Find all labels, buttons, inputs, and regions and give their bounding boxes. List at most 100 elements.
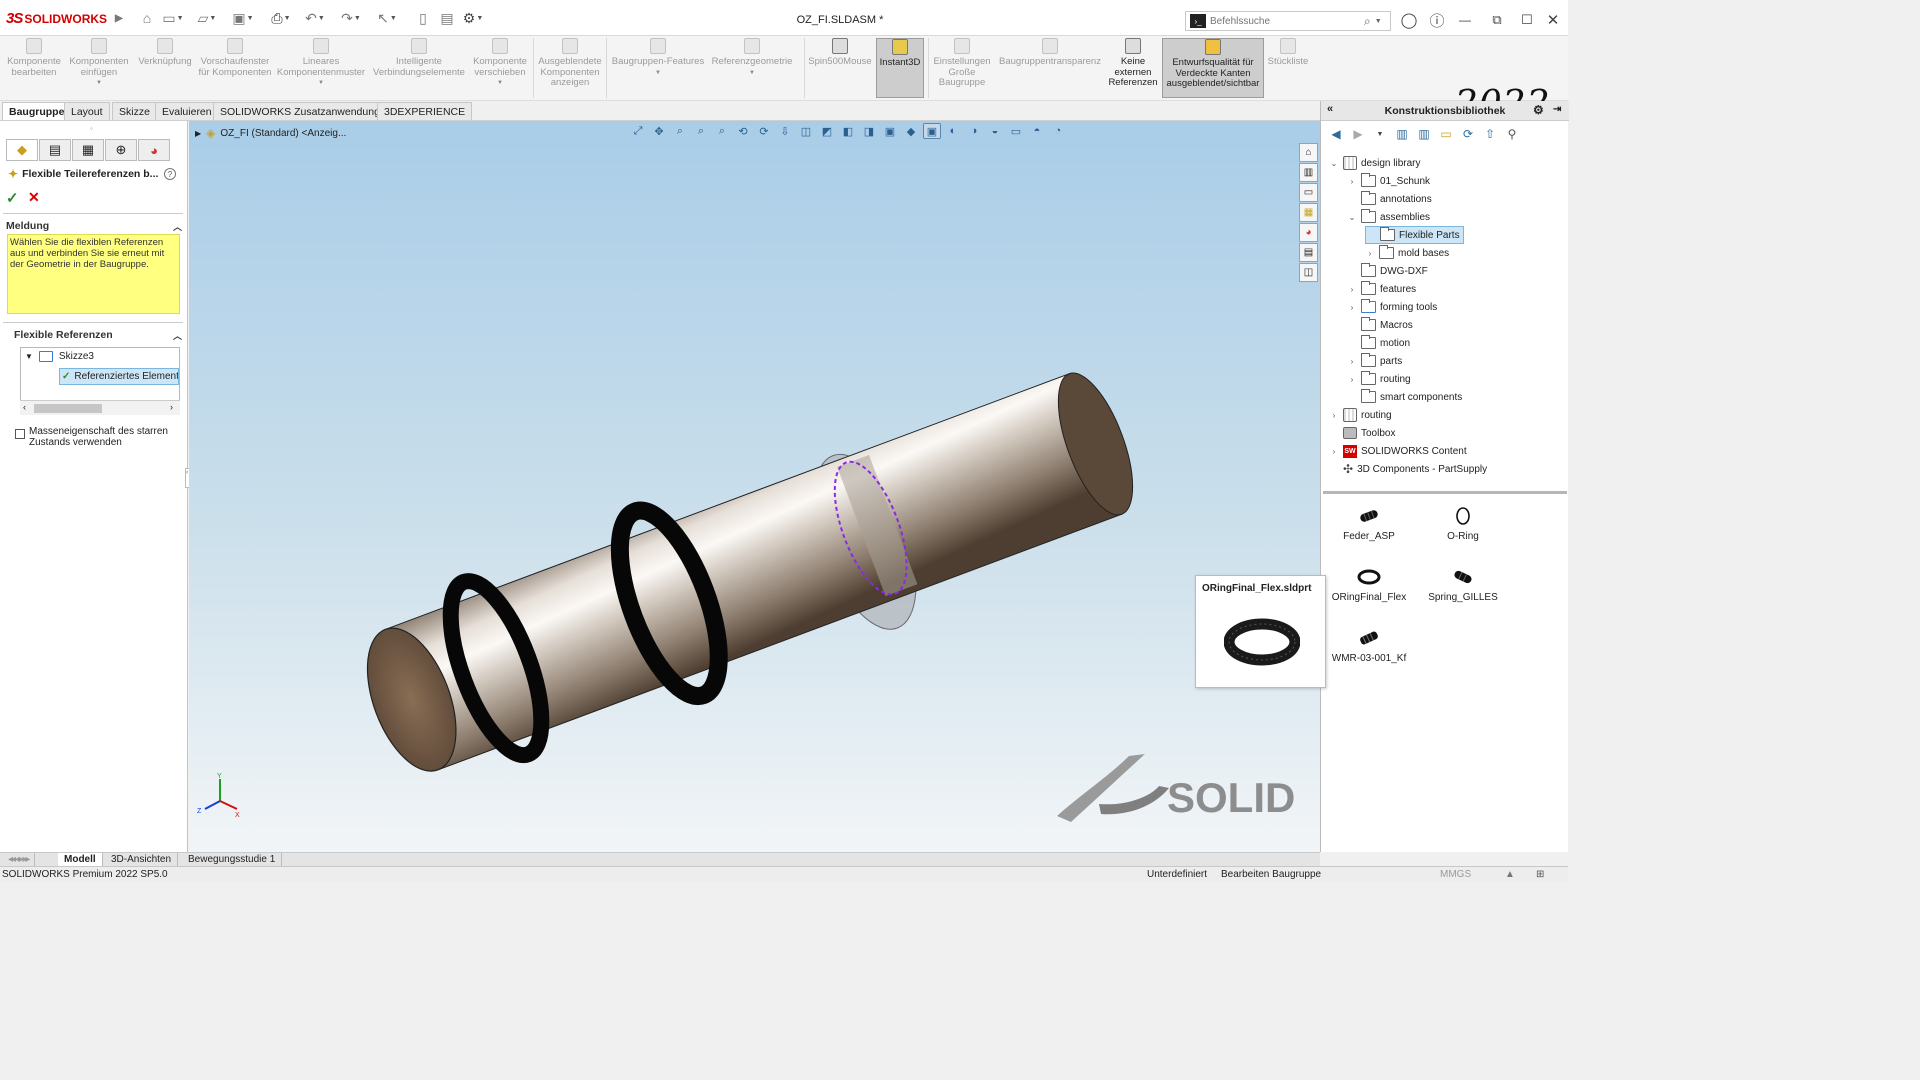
add-file-location-icon[interactable]: ▥	[1415, 125, 1433, 143]
graphics-area[interactable]: ▶ ◈ OZ_FI (Standard) <Anzeig... ⤢ ✥ ⌕ ⌕ …	[189, 121, 1320, 852]
tree-item-motion[interactable]: motion	[1347, 334, 1410, 352]
draft-quality-hidden-edges-button[interactable]: Entwurfsqualität für Verdeckte Kanten au…	[1162, 38, 1264, 98]
tree-item-annotations[interactable]: annotations	[1347, 190, 1432, 208]
library-item-wmr-03-001-kf[interactable]: WMR-03-001_Kf	[1329, 629, 1409, 664]
unit-system[interactable]: MMGS	[1440, 869, 1471, 880]
show-hidden-components-button[interactable]: Ausgeblendete Komponenten anzeigen	[536, 38, 604, 98]
user-account-icon[interactable]: ◯	[1398, 10, 1420, 30]
tree-item-skizze3[interactable]: ▼ Skizze3	[25, 351, 94, 362]
insert-components-button[interactable]: Komponenten einfügen ▼	[66, 38, 132, 98]
tab-scroll-arrows-icon[interactable]: ◂◂ ◂ ▸ ▸▸	[2, 853, 36, 867]
options-gear-icon[interactable]: ⚙ ▼	[462, 9, 484, 27]
tree-item-parts[interactable]: › parts	[1347, 352, 1402, 370]
pane-splitter[interactable]	[1323, 491, 1567, 494]
instant3d-button[interactable]: Instant3D	[876, 38, 924, 98]
tab-3d-ansichten[interactable]: 3D-Ansichten	[105, 853, 179, 867]
tree-item-design-library[interactable]: ⌄ design library	[1329, 154, 1420, 172]
expand-arrow-icon[interactable]: ›	[1329, 447, 1339, 456]
edit-component-button[interactable]: Komponente bearbeiten	[4, 38, 64, 98]
expand-arrow-icon[interactable]: ›	[1365, 249, 1375, 258]
bill-of-materials-button[interactable]: Stückliste	[1266, 38, 1310, 98]
redo-icon[interactable]: ↷ ▼	[340, 9, 362, 27]
collapse-arrow-icon[interactable]: ▼	[25, 352, 33, 361]
shaft-assembly-model[interactable]: +	[189, 121, 1320, 852]
smart-fasteners-button[interactable]: Intelligente Verbindungselemente	[370, 38, 468, 98]
view-palette-icon[interactable]: ▦	[1299, 203, 1318, 222]
tree-item-flexible-parts[interactable]: Flexible Parts	[1365, 226, 1464, 244]
library-item-spring-gilles[interactable]: Spring_GILLES	[1423, 568, 1503, 603]
forward-icon[interactable]: ▶	[1349, 125, 1367, 143]
search-dropdown-icon[interactable]: ▼	[1375, 18, 1382, 25]
assembly-features-button[interactable]: Baugruppen-Features ▼	[610, 38, 706, 98]
open-icon[interactable]: ▱ ▼	[196, 9, 218, 27]
unit-dropdown-icon[interactable]: ▲	[1505, 869, 1515, 880]
up-one-level-icon[interactable]: ⇧	[1481, 125, 1499, 143]
search-input[interactable]	[1210, 15, 1360, 27]
tree-item-01-schunk[interactable]: › 01_Schunk	[1347, 172, 1430, 190]
help-icon[interactable]: ?	[164, 168, 176, 180]
tab-modell[interactable]: Modell	[58, 853, 103, 867]
collapse-icon[interactable]: ︿	[173, 220, 182, 233]
pin-icon[interactable]: ⇥	[1553, 104, 1561, 115]
expand-arrow-icon[interactable]: ›	[1347, 177, 1357, 186]
new-document-icon[interactable]: ▭ ▼	[162, 9, 184, 27]
solidworks-resources-icon[interactable]: ⌂	[1299, 143, 1318, 162]
move-component-button[interactable]: Komponente verschieben ▼	[470, 38, 530, 98]
history-dropdown-icon[interactable]: ▼	[1371, 125, 1389, 143]
tree-item-routing-sub[interactable]: › routing	[1347, 370, 1411, 388]
expand-arrow-icon[interactable]: ›	[1347, 375, 1357, 384]
refresh-icon[interactable]: ⟳	[1459, 125, 1477, 143]
library-item-feder-asp[interactable]: Feder_ASP	[1329, 507, 1409, 542]
create-folder-icon[interactable]: ▭	[1437, 125, 1455, 143]
tree-item-forming-tools[interactable]: › forming tools	[1347, 298, 1437, 316]
rigid-mass-checkbox[interactable]	[15, 429, 25, 439]
file-explorer-icon[interactable]: ▭	[1299, 183, 1318, 202]
assembly-transparency-button[interactable]: Baugruppentransparenz	[996, 38, 1104, 98]
tab-baugruppe[interactable]: Baugruppe	[2, 102, 72, 120]
spin500mouse-button[interactable]: Spin500Mouse	[806, 38, 874, 98]
command-search[interactable]: ›_ ⌕ ▼	[1185, 11, 1391, 31]
expand-arrow-icon[interactable]: ›	[1329, 411, 1339, 420]
expand-arrow-icon[interactable]: ›	[1347, 285, 1357, 294]
expand-arrow-icon[interactable]: ›	[1347, 357, 1357, 366]
settings-gear-icon[interactable]: ⚙	[1533, 103, 1544, 117]
home-icon[interactable]: ⌂	[136, 9, 158, 27]
tree-item-routing[interactable]: › routing	[1329, 406, 1392, 424]
tree-item-dwg-dxf[interactable]: DWG-DXF	[1347, 262, 1428, 280]
panel-grip-icon[interactable]: ◦	[90, 124, 93, 133]
cancel-button[interactable]: ✕	[28, 189, 40, 206]
solidworks-logo[interactable]: 3S SOLIDWORKS ▶	[6, 10, 123, 27]
help-icon[interactable]: ⓘ	[1426, 10, 1448, 30]
tree-item-smart-components[interactable]: smart components	[1347, 388, 1462, 406]
collapse-arrow-icon[interactable]: ⌄	[1329, 159, 1339, 168]
collapse-pane-icon[interactable]: «	[1327, 103, 1333, 115]
reference-geometry-button[interactable]: Referenzgeometrie ▼	[708, 38, 796, 98]
select-icon[interactable]: ↖ ▼	[376, 9, 398, 27]
scroll-left-icon[interactable]: ‹	[23, 402, 26, 412]
message-section-header[interactable]: Meldung ︿	[6, 218, 182, 234]
minimize-button[interactable]: —	[1454, 10, 1476, 30]
tree-item-solidworks-content[interactable]: › SW SOLIDWORKS Content	[1329, 442, 1467, 460]
search-icon[interactable]: ⌕	[1364, 14, 1371, 29]
property-manager-tab-icon[interactable]: ▤	[39, 139, 71, 161]
tree-item-referenced-element[interactable]: ✓ Referenziertes Element:	[59, 368, 179, 385]
appearances-icon[interactable]: ◕	[1299, 223, 1318, 242]
tile-button[interactable]: ⧉	[1486, 10, 1508, 30]
flexible-references-section-header[interactable]: Flexible Referenzen ︿	[14, 327, 182, 343]
library-item-o-ring[interactable]: O-Ring	[1423, 507, 1503, 542]
design-library-icon[interactable]: ▥	[1299, 163, 1318, 182]
collapse-arrow-icon[interactable]: ⌄	[1347, 213, 1357, 222]
tab-layout[interactable]: Layout	[64, 102, 110, 120]
tree-item-toolbox[interactable]: Toolbox	[1329, 424, 1395, 442]
dimxpert-tab-icon[interactable]: ⊕	[105, 139, 137, 161]
scroll-thumb[interactable]	[34, 404, 102, 413]
component-preview-button[interactable]: Vorschaufenster für Komponenten	[198, 38, 272, 98]
close-button[interactable]: ✕	[1542, 10, 1564, 30]
undo-icon[interactable]: ↶ ▼	[304, 9, 326, 27]
expand-arrow-icon[interactable]: ›	[1347, 303, 1357, 312]
rigid-mass-option[interactable]: Masseneigenschaft des starren Zustands v…	[15, 426, 185, 448]
solidworks-forum-icon[interactable]: ◫	[1299, 263, 1318, 282]
tree-item-assemblies[interactable]: ⌄ assemblies	[1347, 208, 1430, 226]
rebuild-icon[interactable]: ▯	[412, 9, 434, 27]
large-assembly-settings-button[interactable]: Einstellungen Große Baugruppe	[930, 38, 994, 98]
